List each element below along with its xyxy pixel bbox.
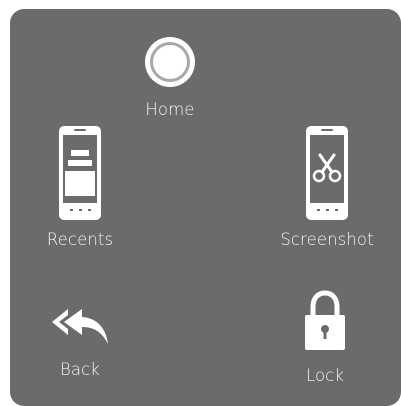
back-double-arrow-icon [52,309,108,344]
floating-assistive-menu: Home Recents Screenshot Back Lock [10,9,401,406]
home-button-icon [145,37,195,87]
home-label: Home [145,100,195,119]
screenshot-scissors-icon [306,126,348,220]
back-button[interactable]: Back [30,306,130,379]
lock-label: Lock [305,366,345,385]
recents-button[interactable]: Recents [15,125,145,249]
screenshot-button[interactable]: Screenshot [265,125,389,249]
recents-label: Recents [46,230,114,249]
recents-phone-icon [59,126,101,220]
back-label: Back [60,360,100,379]
lock-button[interactable]: Lock [275,290,375,385]
home-button[interactable]: Home [118,37,222,119]
screenshot-label: Screenshot [280,230,374,249]
padlock-icon [305,290,345,350]
